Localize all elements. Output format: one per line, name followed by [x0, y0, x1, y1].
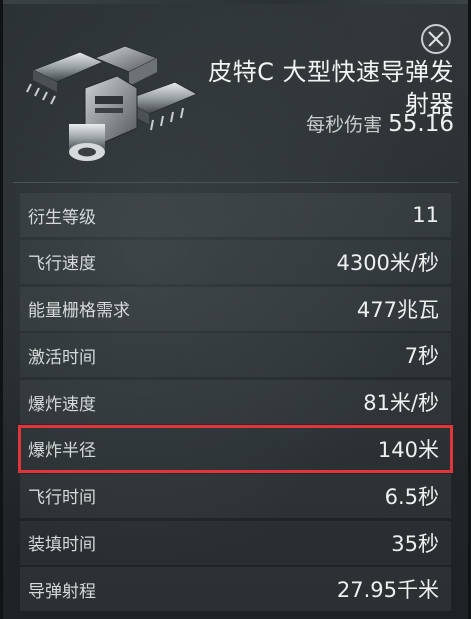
dps-value: 55.16: [388, 111, 454, 137]
stat-row-explosion-velocity: 爆炸速度 81米/秒: [20, 380, 451, 425]
stat-row-flight-speed: 飞行速度 4300米/秒: [20, 239, 451, 284]
stat-label: 爆炸速度: [28, 394, 96, 415]
close-button[interactable]: [421, 24, 451, 54]
stat-label: 装填时间: [28, 535, 96, 556]
stat-value: 27.95千米: [336, 578, 439, 603]
stat-value: 35秒: [391, 531, 439, 556]
stat-row-reload-time: 装填时间 35秒: [20, 520, 451, 565]
close-icon: [428, 31, 444, 47]
divider: [13, 182, 458, 183]
stat-row-explosion-radius: 爆炸半径 140米: [18, 424, 453, 473]
stat-value: 140米: [377, 437, 439, 462]
stat-value: 477兆瓦: [356, 297, 439, 322]
stat-label: 飞行速度: [28, 254, 96, 275]
stat-label: 飞行时间: [28, 488, 96, 509]
stat-label: 衍生等级: [28, 207, 96, 228]
stat-value: 81米/秒: [363, 391, 439, 416]
dps-readout: 每秒伤害 55.16: [306, 110, 454, 137]
dps-label: 每秒伤害: [306, 114, 383, 136]
stats-list: 衍生等级 11 飞行速度 4300米/秒 能量栅格需求 477兆瓦 激活时间 7…: [18, 193, 453, 614]
panel-top-edge: [3, 0, 468, 4]
stat-label: 能量栅格需求: [28, 301, 130, 322]
stat-label: 爆炸半径: [28, 441, 96, 462]
stat-label: 激活时间: [28, 347, 96, 368]
stat-row-activation-time: 激活时间 7秒: [20, 333, 451, 378]
stat-row-flight-time: 飞行时间 6.5秒: [20, 473, 451, 518]
missile-launcher-icon: [25, 40, 200, 165]
stat-value: 7秒: [404, 344, 439, 369]
stat-value: 11: [412, 203, 439, 227]
stat-row-missile-range: 导弹射程 27.95千米: [20, 567, 451, 612]
stat-row-power-grid: 能量栅格需求 477兆瓦: [20, 286, 451, 331]
stat-row-derived-level: 衍生等级 11: [20, 193, 451, 237]
item-info-panel: 皮特C 大型快速导弹发射器 每秒伤害 55.16 衍生等级 11 飞行速度 430…: [0, 0, 471, 619]
stat-value: 6.5秒: [384, 484, 439, 509]
stat-value: 4300米/秒: [336, 250, 439, 275]
stat-label: 导弹射程: [28, 581, 96, 602]
